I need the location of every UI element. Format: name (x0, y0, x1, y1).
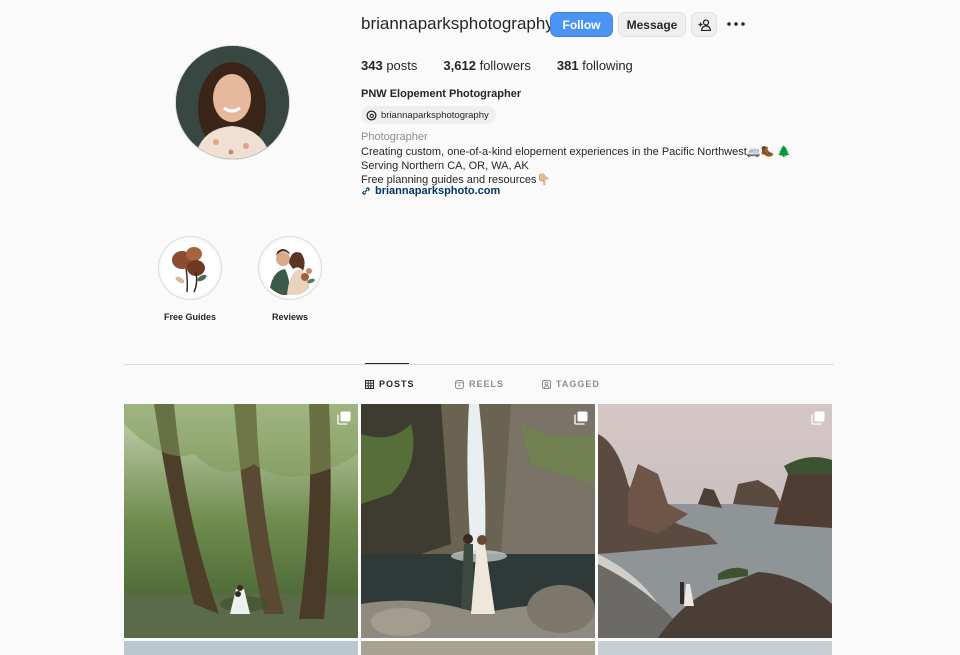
highlight-label: Reviews (271, 312, 309, 322)
threads-icon (366, 109, 377, 121)
grid-icon (365, 379, 374, 389)
post-thumbnail[interactable] (361, 641, 595, 655)
followers-count[interactable]: 3,612 followers (443, 58, 530, 73)
avatar-photo (176, 46, 289, 159)
more-options-icon[interactable] (725, 14, 747, 34)
tab-reels[interactable]: REELS (455, 379, 504, 389)
following-count[interactable]: 381 following (557, 58, 633, 73)
link-icon (362, 187, 370, 195)
reels-icon (455, 379, 464, 389)
flower-illustration-icon (172, 247, 207, 293)
post-thumbnail[interactable] (361, 404, 595, 638)
highlight-ring (158, 236, 222, 300)
active-tab-indicator (365, 363, 409, 364)
tab-posts[interactable]: POSTS (365, 379, 415, 389)
post-thumbnail[interactable] (598, 641, 832, 655)
profile-stats: 343 posts 3,612 followers 381 following (361, 58, 659, 73)
carousel-icon (574, 411, 588, 425)
threads-handle: briannaparksphotography (381, 109, 489, 121)
profile-bio: Creating custom, one-of-a-kind elopement… (361, 145, 791, 187)
post-thumbnail[interactable] (124, 404, 358, 638)
highlight-label: Free Guides (163, 312, 217, 322)
waterfall-photo (361, 404, 595, 638)
bio-line: Serving Northern CA, OR, WA, AK (361, 160, 529, 172)
profile-avatar[interactable] (175, 45, 290, 160)
profile-username: briannaparksphotography (361, 14, 554, 33)
highlight-reviews[interactable]: Reviews (257, 236, 323, 322)
carousel-icon (337, 411, 351, 425)
highlight-free-guides[interactable]: Free Guides (157, 236, 223, 322)
tabs-divider (124, 364, 834, 365)
message-button[interactable]: Message (618, 12, 686, 37)
tab-tagged[interactable]: TAGGED (542, 379, 600, 389)
suggest-user-button[interactable] (691, 12, 717, 37)
post-thumbnail[interactable] (598, 404, 832, 638)
tagged-icon (542, 379, 551, 389)
threads-badge[interactable]: briannaparksphotography (361, 106, 496, 124)
forest-photo (124, 404, 358, 638)
coast-photo (598, 404, 832, 638)
add-user-icon (698, 18, 711, 31)
profile-website-link[interactable]: briannaparksphoto.com (361, 185, 500, 197)
couple-illustration-icon (269, 249, 315, 295)
post-thumbnail[interactable] (124, 641, 358, 655)
carousel-icon (811, 411, 825, 425)
follow-button[interactable]: Follow (550, 12, 613, 37)
bio-line: Creating custom, one-of-a-kind elopement… (361, 146, 791, 158)
profile-category: Photographer (361, 131, 428, 143)
profile-full-name: PNW Elopement Photographer (361, 88, 522, 100)
posts-count: 343 posts (361, 58, 418, 73)
highlight-ring (258, 236, 322, 300)
